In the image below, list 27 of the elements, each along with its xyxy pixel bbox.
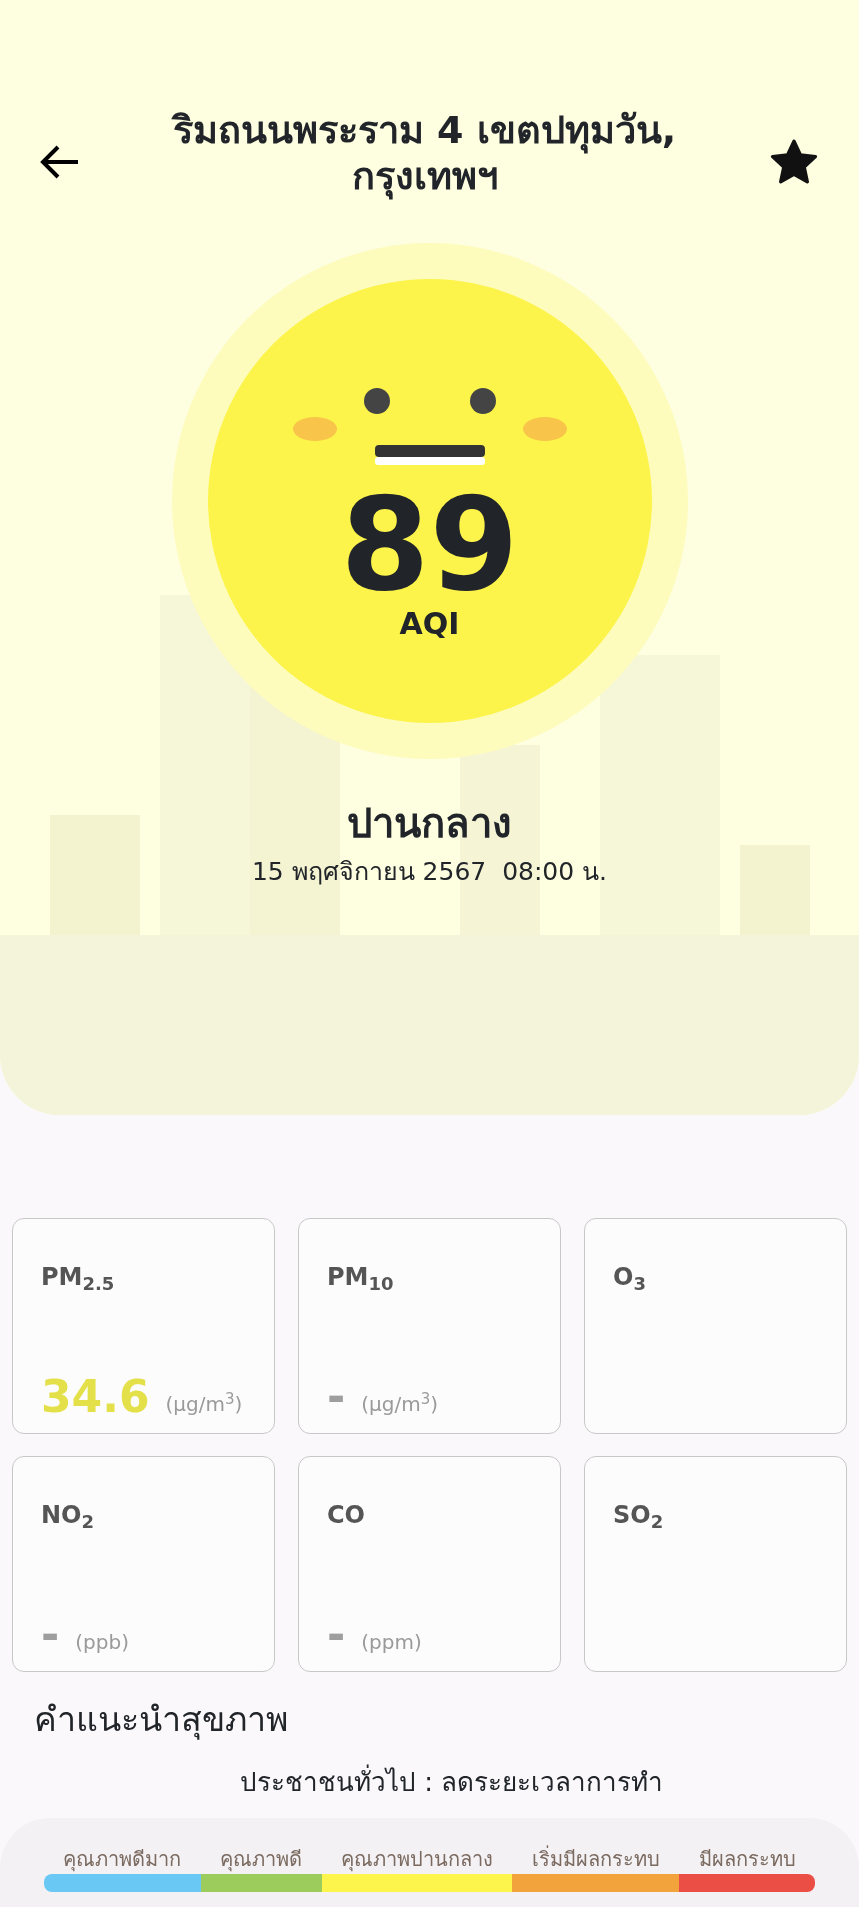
legend-label: คุณภาพดีมาก [62,1846,183,1874]
air-quality-status: ปานกลาง [347,799,512,849]
pollutant-name: O$_{3}$ [613,1262,646,1295]
aqi-unit: AQI [399,609,460,640]
pollutant-value: - [327,1375,346,1419]
pollutant-value: 34.6 [41,1375,150,1419]
pollutant-unit: (µg/m$^{3}$) [165,1389,243,1418]
pollutant-unit: (ppm) [361,1629,422,1656]
legend-label: มีผลกระทบ [697,1846,797,1873]
pollutant-name: PM$_{10}$ [327,1262,394,1295]
pollutant-name: NO$_{2}$ [41,1500,95,1533]
pollutant-unit: (ppb) [75,1629,129,1656]
section-heading: คำแนะนำสุขภาพ [33,1698,289,1742]
update-time: 15 พฤศจิกายน 2567 08:00 น. [251,857,608,887]
pollutant-name: CO [327,1500,365,1531]
location-title: ริมถนนพระราม 4 เขตปทุมวัน, กรุงเทพฯ [170,108,678,200]
legend-label: เริ่มมีผลกระทบ [530,1844,661,1873]
legend-label: คุณภาพดี [219,1846,304,1874]
legend-label: คุณภาพปานกลาง [340,1846,494,1874]
aqi-value: 89 [340,481,519,610]
favorite-star-icon[interactable] [769,138,819,186]
pollutant-name: PM$_{2.5}$ [41,1262,115,1295]
pollutant-name: SO$_{2}$ [613,1500,664,1533]
pollutant-unit: (µg/m$^{3}$) [361,1389,439,1418]
pollutant-value: - [327,1613,346,1657]
back-arrow-icon[interactable] [40,144,80,180]
pollutant-value: - [41,1613,60,1657]
